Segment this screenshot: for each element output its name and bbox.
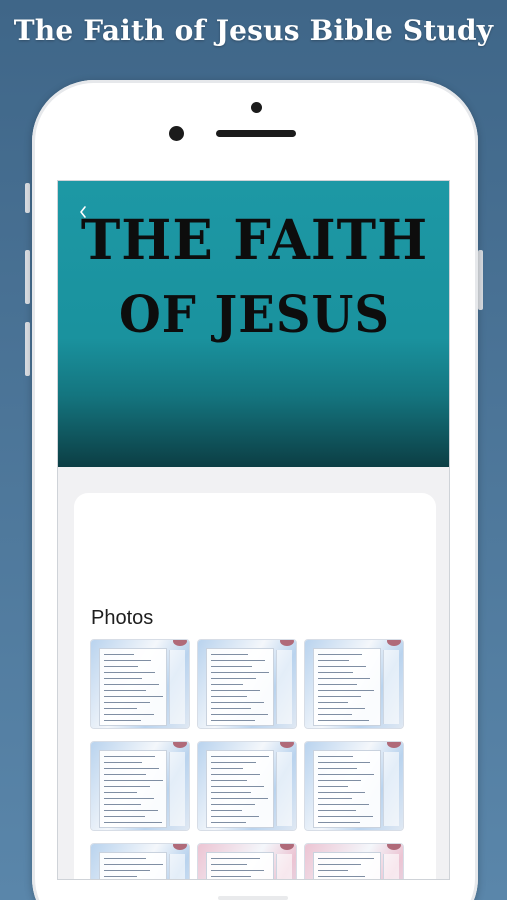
promo-title: The Faith of Jesus Bible Study [13,14,494,47]
photo-thumbnail[interactable] [304,843,404,879]
proximity-sensor [251,102,262,113]
volume-down-button [25,322,30,376]
photo-thumbnail[interactable] [90,741,190,831]
content-card: Photos [74,493,436,879]
hero-banner: THE FAITH OF JESUS [58,181,449,467]
mute-switch [25,183,30,213]
hero-title-line2: OF JESUS [118,285,391,345]
photo-thumbnail[interactable] [197,639,297,729]
volume-up-button [25,250,30,304]
photo-thumbnail[interactable] [90,639,190,729]
earpiece-speaker [216,130,296,137]
front-camera [169,126,184,141]
hero-title-line1: THE FAITH [80,207,429,273]
photo-thumbnail[interactable] [197,843,297,879]
photos-section-title: Photos [91,607,154,629]
photo-thumbnail[interactable] [197,741,297,831]
power-button [478,250,483,310]
photo-thumbnail[interactable] [304,741,404,831]
photo-thumbnail[interactable] [90,843,190,879]
photo-thumbnail[interactable] [304,639,404,729]
home-indicator [218,896,288,900]
app-screen: THE FAITH OF JESUS Photos [57,180,450,880]
